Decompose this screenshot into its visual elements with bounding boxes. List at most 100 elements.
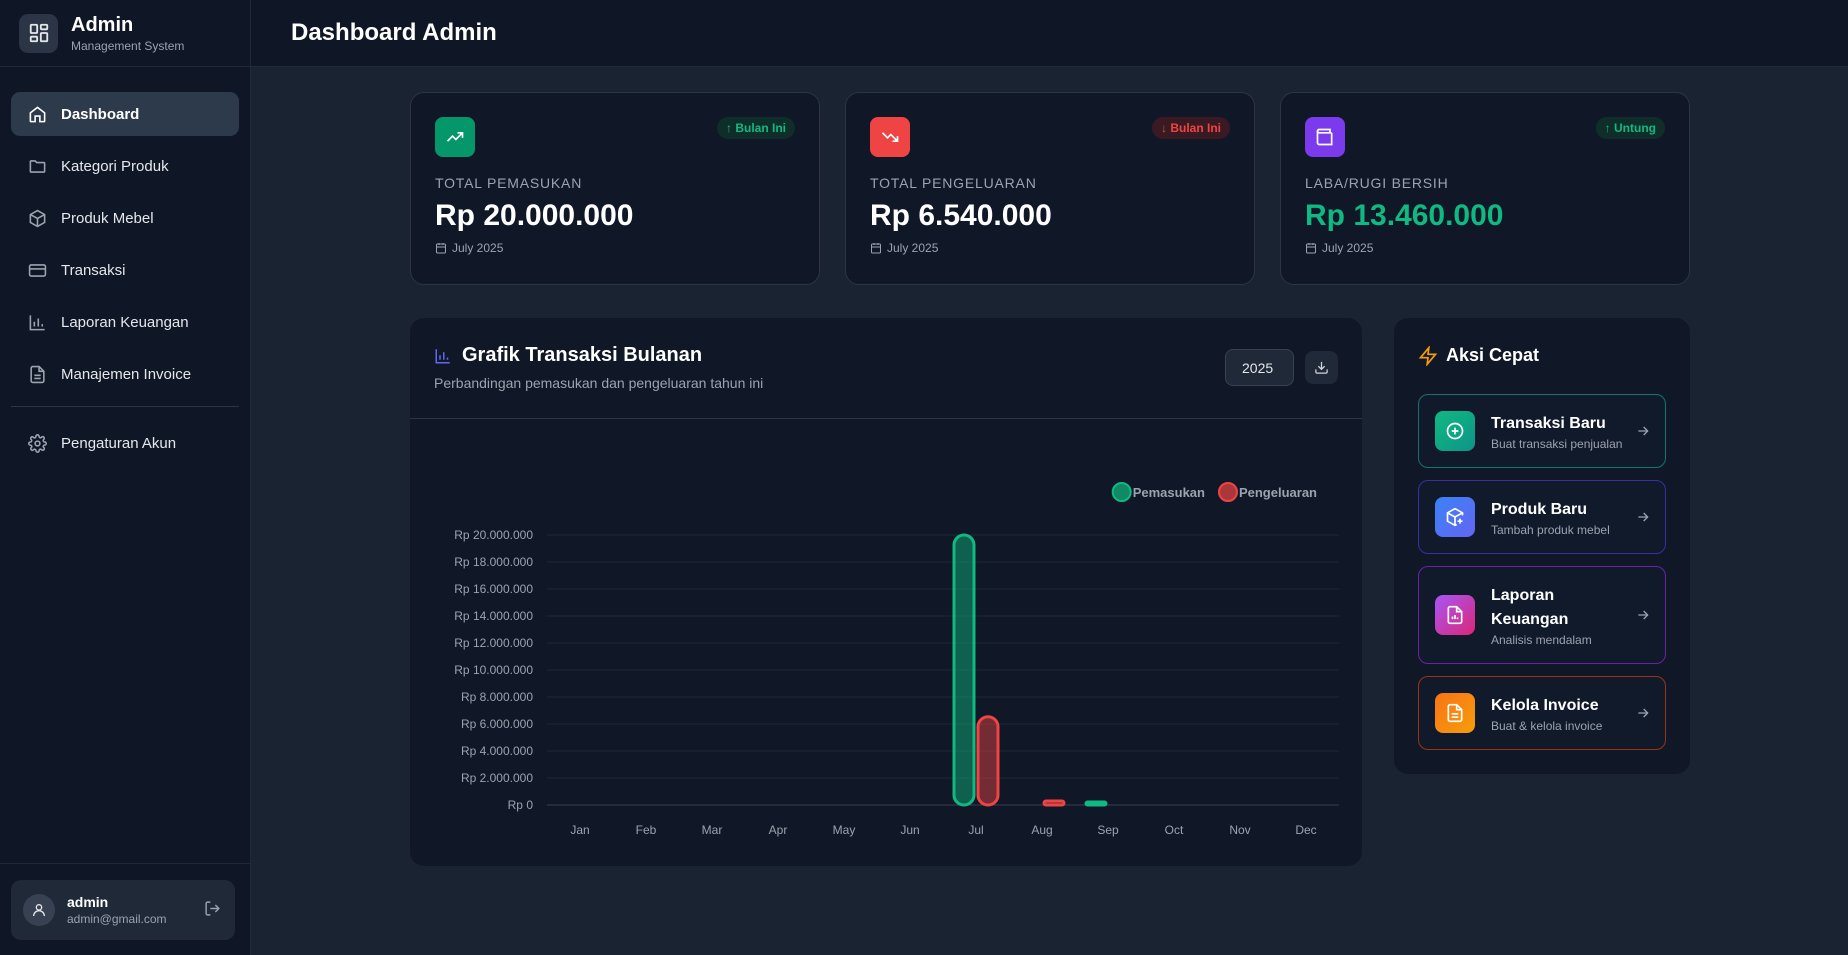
user-icon xyxy=(33,904,45,917)
credit-card-icon xyxy=(27,260,47,280)
y-tick-label: Rp 8.000.000 xyxy=(461,690,533,704)
calendar-icon xyxy=(871,243,881,254)
sidebar-item-manajemen-invoice[interactable]: Manajemen Invoice xyxy=(11,352,239,396)
user-name: admin xyxy=(67,894,109,910)
stat-date: July 2025 xyxy=(435,241,795,255)
status-badge: ↓ Bulan Ini xyxy=(1152,117,1230,139)
stat-date-text: July 2025 xyxy=(452,241,504,255)
quick-actions-panel: Aksi Cepat Transaksi Baru Buat transaksi… xyxy=(1394,318,1690,774)
chart-bar-pemasukan xyxy=(952,533,976,807)
x-tick-label: Nov xyxy=(1229,823,1250,837)
sidebar-item-label: Laporan Keuangan xyxy=(61,313,189,331)
stat-date: July 2025 xyxy=(1305,241,1665,255)
sidebar-item-pengaturan-akun[interactable]: Pengaturan Akun xyxy=(11,421,239,465)
folder-icon xyxy=(27,156,47,176)
stat-card-pengeluaran: ↓ Bulan Ini TOTAL PENGELUARAN Rp 6.540.0… xyxy=(845,92,1255,285)
home-icon xyxy=(27,104,47,124)
year-select[interactable]: 2025 xyxy=(1225,349,1294,386)
quick-action-subtitle: Analisis mendalam xyxy=(1491,632,1592,647)
quick-action-title: Kelola Invoice xyxy=(1491,696,1599,714)
download-button[interactable] xyxy=(1305,351,1338,384)
sidebar-nav: Dashboard Kategori Produk Produk Mebel T… xyxy=(0,67,250,465)
sidebar-item-label: Transaksi xyxy=(61,261,126,279)
legend-label: Pemasukan xyxy=(1133,485,1205,500)
quick-actions-title-text: Aksi Cepat xyxy=(1446,345,1540,365)
x-tick-label: Jul xyxy=(968,823,983,837)
download-icon xyxy=(1315,361,1328,374)
stat-date: July 2025 xyxy=(870,241,1230,255)
x-tick-label: Dec xyxy=(1295,823,1316,837)
sidebar-item-label: Produk Mebel xyxy=(61,209,154,227)
quick-action-laporan-keuangan[interactable]: Laporan Keuangan Analisis mendalam xyxy=(1418,566,1666,664)
quick-action-produk-baru[interactable]: Produk Baru Tambah produk mebel xyxy=(1418,480,1666,554)
year-select-value: 2025 xyxy=(1242,359,1274,376)
x-tick-label: May xyxy=(833,823,856,837)
user-profile[interactable]: admin admin@gmail.com xyxy=(11,880,235,940)
invoice-icon xyxy=(1435,693,1475,733)
sidebar-item-label: Manajemen Invoice xyxy=(61,365,192,383)
gear-icon xyxy=(27,433,47,453)
logout-icon[interactable] xyxy=(204,900,221,922)
stat-label: LABA/RUGI BERSIH xyxy=(1305,175,1449,191)
y-tick-label: Rp 20.000.000 xyxy=(454,528,533,542)
legend-label: Pengeluaran xyxy=(1239,485,1317,500)
brand-subtitle: Management System xyxy=(71,38,185,53)
y-tick-label: Rp 6.000.000 xyxy=(461,717,533,731)
stat-date-text: July 2025 xyxy=(1322,241,1374,255)
x-tick-label: Feb xyxy=(636,823,657,837)
x-tick-label: Jan xyxy=(570,823,589,837)
brand-title: Admin xyxy=(71,13,134,36)
box-icon xyxy=(27,208,47,228)
quick-action-subtitle: Tambah produk mebel xyxy=(1491,522,1610,537)
quick-action-transaksi-baru[interactable]: Transaksi Baru Buat transaksi penjualan xyxy=(1418,394,1666,468)
stat-date-text: July 2025 xyxy=(887,241,939,255)
quick-action-kelola-invoice[interactable]: Kelola Invoice Buat & kelola invoice xyxy=(1418,676,1666,750)
x-tick-label: Jun xyxy=(900,823,919,837)
stat-label: TOTAL PENGELUARAN xyxy=(870,175,1037,191)
y-tick-label: Rp 0 xyxy=(508,798,534,812)
stat-value: Rp 13.460.000 xyxy=(1305,199,1504,232)
quick-action-title: Produk Baru xyxy=(1491,500,1588,518)
x-tick-label: Oct xyxy=(1165,823,1184,837)
sidebar-item-label: Dashboard xyxy=(61,105,140,123)
stat-label: TOTAL PEMASUKAN xyxy=(435,175,583,191)
sidebar-item-transaksi[interactable]: Transaksi xyxy=(11,248,239,292)
chart-subtitle: Perbandingan pemasukan dan pengeluaran t… xyxy=(434,375,764,391)
monthly-transaction-chart: Rp 20.000.000 Rp 18.000.000 Rp 16.000.000 R… xyxy=(454,482,1339,837)
calendar-icon xyxy=(436,243,446,254)
avatar xyxy=(23,894,55,926)
package-plus-icon xyxy=(1435,497,1475,537)
trending-down-icon xyxy=(870,117,910,157)
y-tick-label: Rp 2.000.000 xyxy=(461,771,533,785)
sidebar-item-laporan-keuangan[interactable]: Laporan Keuangan xyxy=(11,300,239,344)
file-text-icon xyxy=(27,364,47,384)
user-email: admin@gmail.com xyxy=(67,912,167,926)
sidebar-item-label: Kategori Produk xyxy=(61,157,169,175)
bar-chart-icon xyxy=(435,348,450,363)
stat-value: Rp 6.540.000 xyxy=(870,199,1052,232)
chart-header: Grafik Transaksi Bulanan Perbandingan pe… xyxy=(410,318,1362,419)
x-tick-label: Aug xyxy=(1031,823,1052,837)
y-tick-label: Rp 4.000.000 xyxy=(461,744,533,758)
sidebar-item-produk-mebel[interactable]: Produk Mebel xyxy=(11,196,239,240)
arrow-right-icon xyxy=(1635,607,1651,628)
wallet-icon xyxy=(1305,117,1345,157)
y-tick-label: Rp 18.000.000 xyxy=(454,555,533,569)
chart-title-text: Grafik Transaksi Bulanan xyxy=(462,344,703,366)
y-tick-label: Rp 10.000.000 xyxy=(454,663,533,677)
legend-swatch xyxy=(1217,482,1238,502)
chart-title: Grafik Transaksi Bulanan xyxy=(434,344,1338,367)
chart-bar-pengeluaran xyxy=(976,715,1000,807)
sidebar-item-kategori-produk[interactable]: Kategori Produk xyxy=(11,144,239,188)
trending-up-icon xyxy=(435,117,475,157)
chart-bar-pemasukan xyxy=(1084,800,1108,807)
sidebar-item-dashboard[interactable]: Dashboard xyxy=(11,92,239,136)
status-badge: ↑ Bulan Ini xyxy=(717,117,795,139)
calendar-icon xyxy=(1306,243,1316,254)
quick-action-subtitle: Buat transaksi penjualan xyxy=(1491,436,1623,451)
page-title: Dashboard Admin xyxy=(291,19,497,46)
x-tick-label: Mar xyxy=(702,823,723,837)
lightning-icon xyxy=(1418,345,1438,366)
x-tick-label: Apr xyxy=(769,823,788,837)
sidebar: Admin Management System Dashboard Katego… xyxy=(0,0,251,955)
